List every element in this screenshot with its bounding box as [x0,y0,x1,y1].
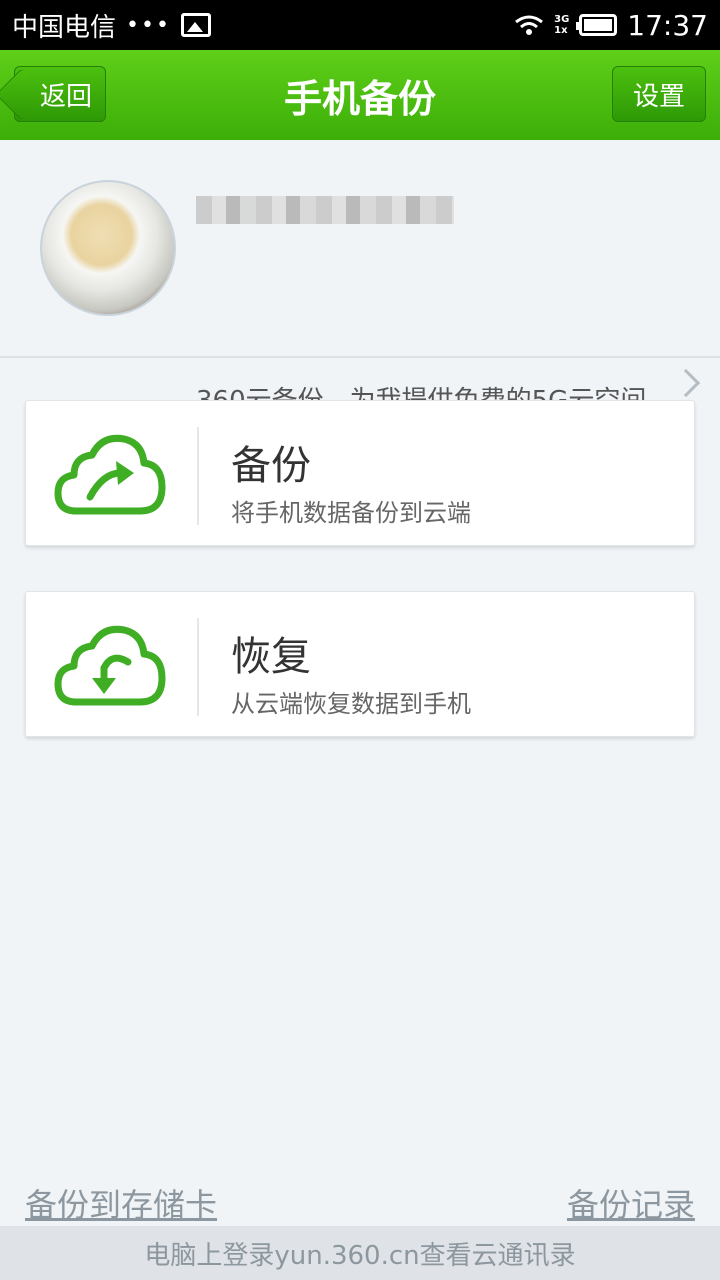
status-left: 中国电信 ••• [12,7,211,44]
status-right: 3G 1x 17:37 [514,9,708,42]
backup-history-link[interactable]: 备份记录 [567,1180,695,1226]
backup-to-sdcard-link[interactable]: 备份到存储卡 [25,1180,217,1226]
backup-subtitle: 将手机数据备份到云端 [231,499,471,527]
page-title: 手机备份 [283,76,436,121]
avatar [40,180,176,316]
card-divider [197,618,199,716]
network-1x: 1x [554,25,568,36]
account-section[interactable]: 360云备份，为我提供免费的5G云空间 [0,140,720,416]
back-button[interactable]: 返回 [14,66,106,122]
settings-button[interactable]: 设置 [612,66,706,122]
footer-text: 电脑上登录yun.360.cn查看云通讯录 [144,1240,576,1271]
cloud-download-icon [54,625,166,706]
chevron-right-icon [671,368,701,398]
gallery-notification-icon [180,13,211,37]
signal-icon: 3G 1x [554,14,569,36]
back-label: 返回 [39,81,92,112]
account-name-redacted [196,196,454,224]
card-divider [197,427,199,525]
footer-bar: 电脑上登录yun.360.cn查看云通讯录 [0,1226,720,1280]
network-3g: 3G [554,14,570,25]
backup-card[interactable]: 备份 将手机数据备份到云端 [25,400,695,546]
status-bar: 中国电信 ••• 3G 1x 17:37 [0,0,720,50]
restore-card[interactable]: 恢复 从云端恢复数据到手机 [25,591,695,737]
restore-title: 恢复 [231,634,311,680]
clock: 17:37 [627,8,708,42]
title-bar: 返回 手机备份 设置 [0,50,720,140]
carrier-name: 中国电信 [12,12,117,43]
restore-subtitle: 从云端恢复数据到手机 [231,690,471,718]
more-dots: ••• [126,12,171,38]
battery-icon [576,14,618,36]
cloud-upload-icon [54,434,166,515]
wifi-icon [515,15,544,35]
backup-title: 备份 [231,443,311,489]
